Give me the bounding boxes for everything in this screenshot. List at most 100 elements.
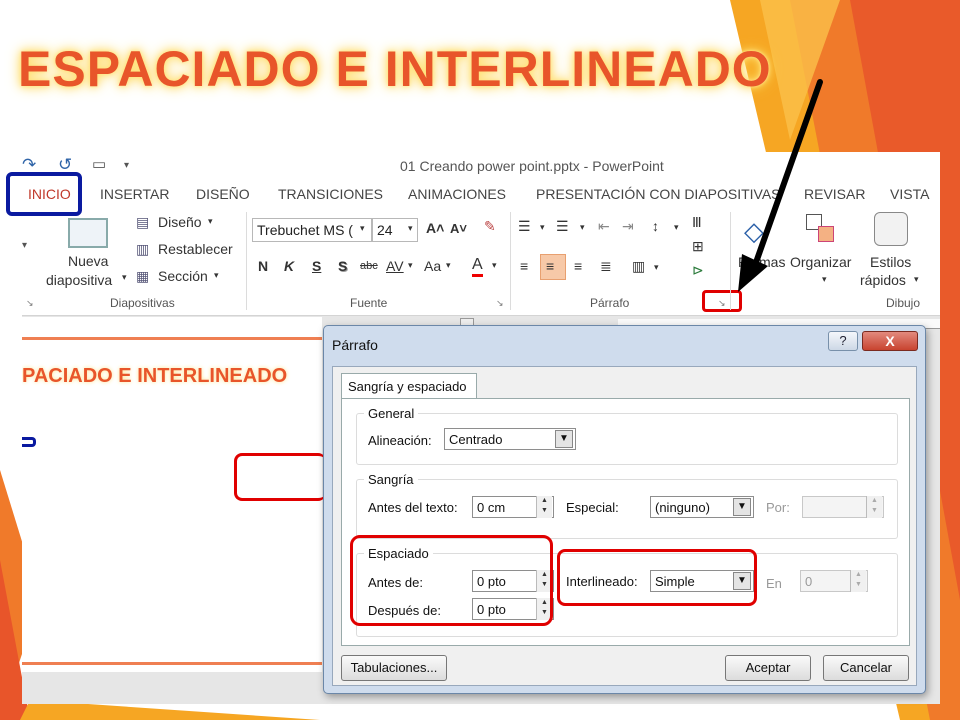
smartart-icon[interactable]: ⊳: [692, 262, 704, 279]
quick-styles-icon[interactable]: [874, 212, 908, 246]
alineacion-label: Alineación:: [368, 433, 432, 448]
especial-dropdown-icon[interactable]: ▼: [733, 498, 751, 516]
numbering-icon[interactable]: ☰: [556, 218, 569, 235]
por-label: Por:: [766, 500, 790, 515]
en-spinner: ▲ ▼: [850, 570, 866, 592]
align-right-icon[interactable]: ≡: [574, 258, 582, 274]
justify-icon[interactable]: ≣: [600, 258, 612, 275]
font-color-button[interactable]: A: [472, 256, 483, 277]
cancelar-button[interactable]: Cancelar: [823, 655, 909, 681]
paragraph-dialog: Párrafo ? X Sangría y espaciado General …: [323, 325, 926, 694]
tab-transiciones[interactable]: TRANSICIONES: [278, 186, 383, 202]
change-case-dropdown-icon[interactable]: ▾: [446, 260, 451, 271]
tab-inicio-highlight: [6, 172, 82, 216]
clear-format-icon[interactable]: ✎: [484, 218, 496, 235]
increase-indent-icon[interactable]: ⇥: [622, 218, 634, 235]
tabulaciones-button[interactable]: Tabulaciones...: [341, 655, 447, 681]
slide-bottom-rule: [22, 662, 322, 665]
columns-dropdown-icon[interactable]: ▾: [654, 262, 659, 273]
grow-font-icon[interactable]: A˄: [426, 220, 444, 236]
reset-button[interactable]: Restablecer: [158, 241, 233, 257]
pointer-arrow-icon: [738, 79, 823, 292]
underline-button[interactable]: S: [312, 258, 321, 274]
numbering-dropdown-icon[interactable]: ▾: [580, 222, 585, 233]
new-slide-dropdown-icon[interactable]: ▾: [122, 272, 127, 283]
tab-animaciones[interactable]: ANIMACIONES: [408, 186, 506, 202]
section-icon: ▦: [136, 268, 150, 284]
line-spacing-dropdown-icon[interactable]: ▾: [674, 222, 679, 233]
reset-icon: ▥: [136, 241, 150, 257]
section-dropdown-icon[interactable]: ▾: [214, 270, 219, 281]
general-group: [356, 413, 898, 465]
tab-diseno[interactable]: DISEÑO: [196, 186, 250, 202]
font-launcher-icon[interactable]: ↘: [496, 298, 504, 309]
espaciado-highlight: [350, 535, 553, 626]
slide-top-rule: [22, 337, 322, 340]
align-center-icon: ≡: [546, 258, 555, 274]
customize-qat-icon[interactable]: ▾: [124, 160, 129, 171]
slide-red-shape[interactable]: [234, 453, 326, 501]
bullets-icon[interactable]: ☰: [518, 218, 531, 235]
interlineado-highlight: [557, 549, 757, 606]
font-color-dropdown-icon[interactable]: ▾: [492, 260, 497, 271]
antes-texto-spinner[interactable]: ▲ ▼: [536, 496, 552, 518]
por-spinner: ▲ ▼: [866, 496, 882, 518]
font-name-dropdown-icon[interactable]: ▾: [360, 223, 365, 234]
sangria-legend: Sangría: [364, 472, 418, 487]
align-text-icon[interactable]: ⊞: [692, 238, 704, 255]
bold-button[interactable]: N: [258, 258, 268, 274]
italic-button[interactable]: K: [284, 258, 294, 274]
especial-label: Especial:: [566, 500, 619, 515]
decrease-indent-icon[interactable]: ⇤: [598, 218, 610, 235]
tab-vista[interactable]: VISTA: [890, 186, 929, 202]
quick-styles-dropdown-icon[interactable]: ▾: [914, 274, 919, 285]
shrink-font-icon[interactable]: A˅: [450, 221, 467, 236]
group-dibujo: Dibujo: [886, 296, 921, 310]
group-diapositivas: Diapositivas: [110, 296, 175, 310]
close-button[interactable]: X: [862, 331, 918, 351]
help-button[interactable]: ?: [828, 331, 858, 351]
quick-styles-label-1[interactable]: Estilos: [870, 254, 911, 270]
layout-dropdown-icon[interactable]: ▾: [208, 216, 213, 227]
alineacion-dropdown-icon[interactable]: ▼: [555, 430, 573, 448]
paste-dropdown-icon[interactable]: ▾: [22, 240, 27, 251]
strikethrough-button[interactable]: abc: [360, 260, 378, 272]
group-fuente: Fuente: [350, 296, 388, 310]
general-legend: General: [364, 406, 419, 421]
font-size-dropdown-icon[interactable]: ▾: [408, 223, 413, 234]
layout-button[interactable]: Diseño: [158, 214, 202, 230]
en-label: En: [766, 576, 782, 591]
slide-preview-title: PACIADO E INTERLINEADO: [22, 365, 288, 387]
new-slide-label-2[interactable]: diapositiva: [46, 272, 112, 288]
dialog-body: Sangría y espaciado General Alineación: …: [332, 366, 917, 686]
quick-styles-label-2[interactable]: rápidos: [860, 272, 906, 288]
new-slide-label-1[interactable]: Nueva: [68, 253, 108, 269]
antes-texto-label: Antes del texto:: [368, 500, 458, 515]
window-title: 01 Creando power point.pptx - PowerPoint: [400, 158, 664, 174]
change-case-button[interactable]: Aa: [424, 258, 441, 274]
tab-sangria-espaciado[interactable]: Sangría y espaciado: [341, 373, 477, 399]
shadow-button[interactable]: S: [338, 258, 347, 274]
font-name-field[interactable]: Trebuchet MS (: [252, 218, 372, 242]
char-spacing-dropdown-icon[interactable]: ▾: [408, 260, 413, 271]
section-button[interactable]: Sección: [158, 268, 208, 284]
slide-title: ESPACIADO E INTERLINEADO: [18, 41, 772, 97]
layout-icon: ▤: [136, 214, 150, 230]
group-parrafo: Párrafo: [590, 296, 630, 310]
align-left-icon[interactable]: ≡: [520, 258, 528, 274]
tab-insertar[interactable]: INSERTAR: [100, 186, 170, 202]
aceptar-button[interactable]: Aceptar: [725, 655, 811, 681]
separator: [510, 212, 511, 310]
clipboard-launcher-icon[interactable]: ↘: [26, 298, 34, 309]
slideshow-from-start-icon[interactable]: ▭: [92, 155, 106, 173]
separator: [246, 212, 247, 310]
columns-icon[interactable]: ▥: [632, 258, 645, 275]
slide-editor: PACIADO E INTERLINEADO: [22, 317, 326, 672]
new-slide-icon[interactable]: [68, 218, 108, 248]
dialog-title: Párrafo: [332, 337, 378, 353]
char-spacing-button[interactable]: AV: [386, 258, 404, 274]
slide-blue-shape: [22, 437, 36, 447]
text-direction-icon[interactable]: Ⅲ: [692, 214, 702, 231]
line-spacing-icon[interactable]: ↕: [652, 218, 659, 234]
bullets-dropdown-icon[interactable]: ▾: [540, 222, 545, 233]
